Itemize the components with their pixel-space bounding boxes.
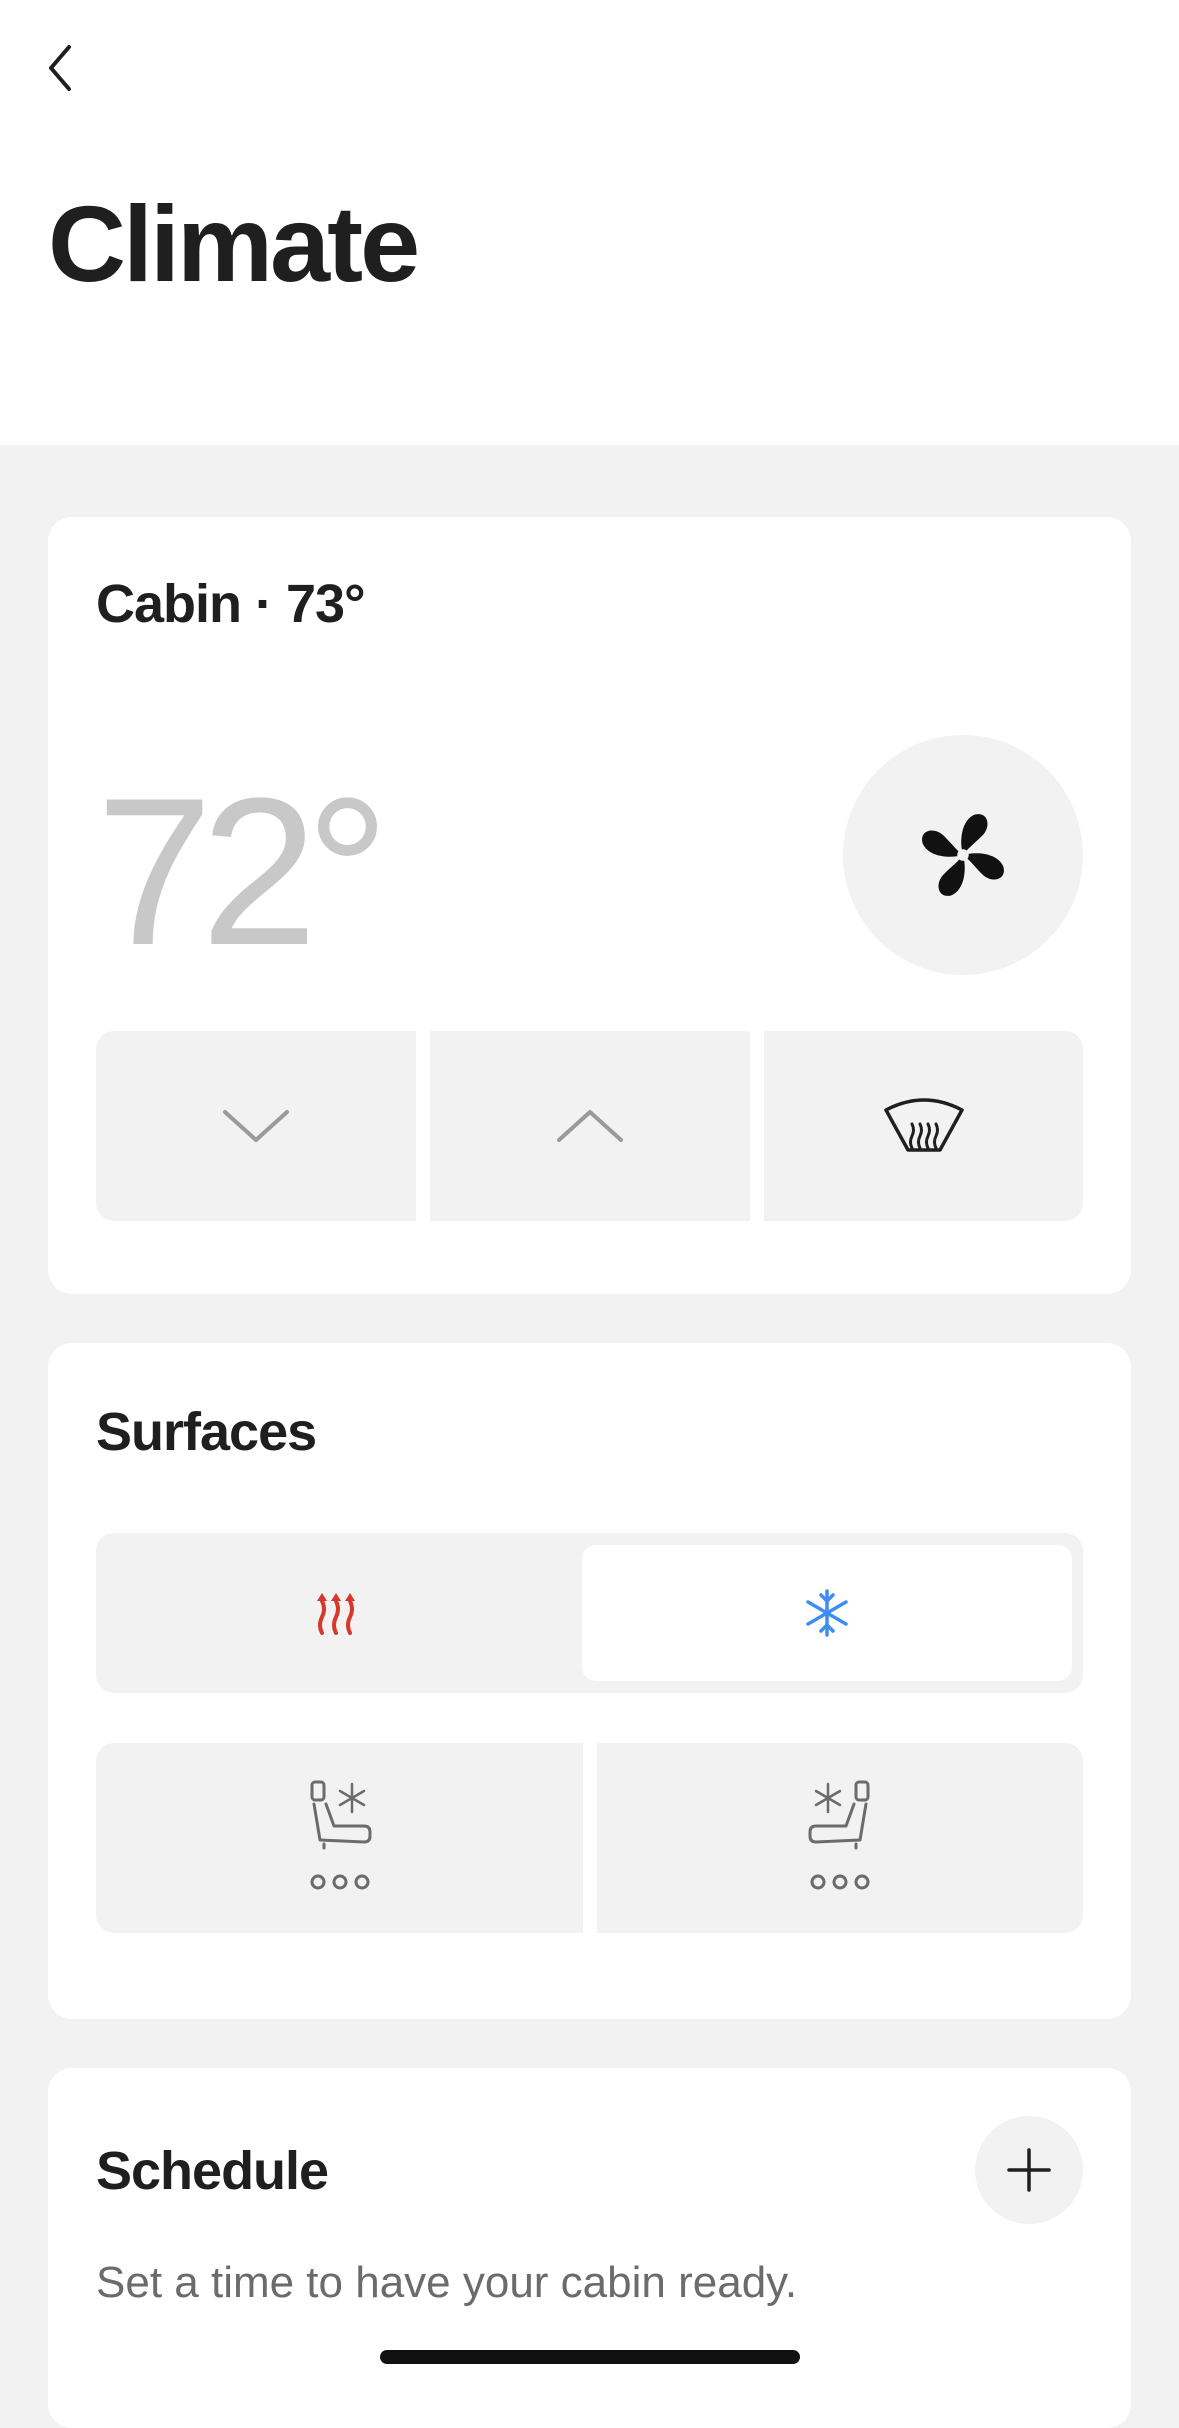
snowflake-icon — [806, 1589, 848, 1637]
cabin-card: Cabin · 73° 72° — [48, 517, 1131, 1294]
cabin-title: Cabin · 73° — [96, 574, 366, 634]
header: Climate — [0, 0, 1179, 445]
fan-icon — [922, 814, 1004, 896]
front-defrost-icon — [883, 1098, 964, 1152]
schedule-description: Set a time to have your cabin ready. — [96, 2258, 798, 2307]
fan-button[interactable] — [843, 735, 1083, 975]
heat-waves-icon — [317, 1593, 355, 1635]
page-title: Climate — [48, 183, 420, 304]
set-temperature: 72° — [96, 754, 390, 989]
schedule-card: Schedule Set a time to have your cabin r… — [48, 2068, 1131, 2428]
add-schedule-button[interactable] — [975, 2116, 1083, 2224]
chevron-down-icon — [223, 1110, 289, 1142]
front-defrost-button[interactable] — [764, 1031, 1083, 1221]
back-button[interactable] — [30, 30, 90, 106]
right-seat-cool-icon — [808, 1780, 870, 1890]
left-seat-cool-icon — [310, 1780, 371, 1890]
right-seat-cool-button[interactable] — [597, 1743, 1083, 1933]
plus-icon — [1007, 2148, 1051, 2192]
cool-option[interactable] — [582, 1545, 1072, 1681]
heat-option[interactable] — [96, 1533, 576, 1693]
heat-cool-toggle — [96, 1533, 1083, 1693]
temperature-down-button[interactable] — [96, 1031, 416, 1221]
home-indicator[interactable] — [380, 2350, 800, 2364]
left-seat-cool-button[interactable] — [96, 1743, 583, 1933]
chevron-left-icon — [49, 45, 71, 91]
chevron-up-icon — [557, 1110, 623, 1142]
temperature-up-button[interactable] — [430, 1031, 750, 1221]
schedule-title: Schedule — [96, 2141, 329, 2201]
surfaces-card: Surfaces — [48, 1343, 1131, 2019]
surfaces-title: Surfaces — [96, 1402, 317, 1462]
